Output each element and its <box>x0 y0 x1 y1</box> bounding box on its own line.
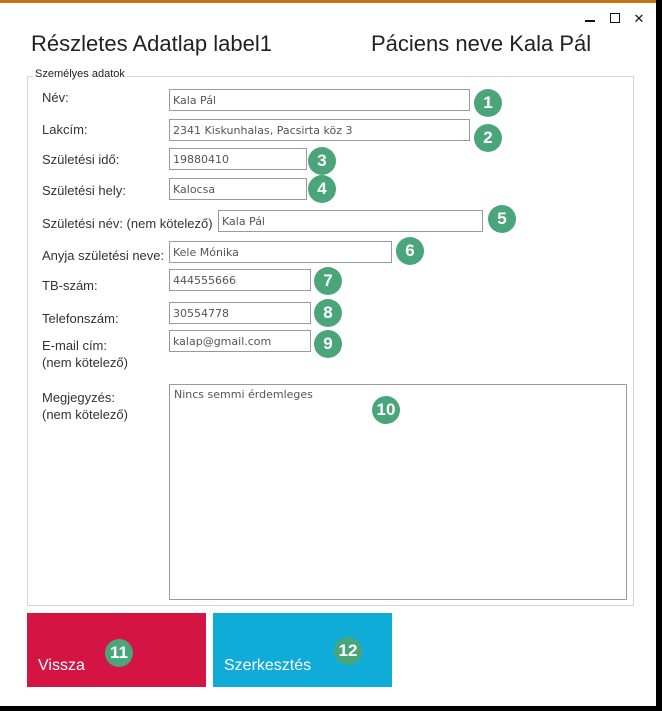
address-label: Lakcím: <box>42 122 88 137</box>
birth-date-label: Születési idő: <box>42 152 120 167</box>
callout-badge-11: 11 <box>105 639 133 667</box>
back-button[interactable]: Vissza 11 <box>27 613 206 687</box>
note-optional-label: (nem kötelező) <box>42 407 128 422</box>
maximize-icon <box>610 13 620 23</box>
address-field[interactable]: 2341 Kiskunhalas, Pacsirta köz 3 <box>169 119 470 141</box>
callout-badge-6: 6 <box>396 237 424 265</box>
maximize-button[interactable] <box>606 11 624 27</box>
birth-name-label: Születési név: (nem kötelező) <box>42 216 213 231</box>
note-label: Megjegyzés: <box>42 390 115 405</box>
form-title: Részletes Adatlap label1 <box>31 31 272 56</box>
app-window: ✕ Részletes Adatlap label1 Páciens neve … <box>0 0 656 706</box>
back-button-label: Vissza <box>38 657 85 674</box>
email-optional-label: (nem kötelező) <box>42 355 128 370</box>
edit-button[interactable]: Szerkesztés 12 <box>213 613 392 687</box>
phone-label: Telefonszám: <box>42 311 119 326</box>
name-label: Név: <box>42 90 69 105</box>
callout-badge-1: 1 <box>474 89 502 117</box>
close-icon: ✕ <box>633 11 645 26</box>
birth-date-field[interactable]: 19880410 <box>169 148 307 170</box>
name-field[interactable]: Kala Pál <box>169 89 470 111</box>
minimize-button[interactable] <box>581 11 599 27</box>
callout-badge-7: 7 <box>314 267 342 295</box>
callout-badge-8: 8 <box>314 299 342 327</box>
callout-badge-2: 2 <box>474 124 502 152</box>
callout-badge-12: 12 <box>334 637 362 665</box>
close-button[interactable]: ✕ <box>630 11 648 27</box>
callout-badge-5: 5 <box>488 205 516 233</box>
edit-button-label: Szerkesztés <box>224 657 312 674</box>
tb-number-field[interactable]: 444555666 <box>169 269 311 291</box>
birth-name-field[interactable]: Kala Pál <box>218 210 483 232</box>
patient-name-title: Páciens neve Kala Pál <box>371 31 592 56</box>
callout-badge-9: 9 <box>314 330 342 358</box>
minimize-icon <box>585 20 595 22</box>
callout-badge-10: 10 <box>372 396 400 424</box>
callout-badge-3: 3 <box>308 147 336 175</box>
mother-name-label: Anyja születési neve: <box>42 248 165 263</box>
tb-number-label: TB-szám: <box>42 278 98 293</box>
email-label: E-mail cím: <box>42 338 107 353</box>
callout-badge-4: 4 <box>308 175 336 203</box>
birth-place-field[interactable]: Kalocsa <box>169 178 307 200</box>
birth-place-label: Születési hely: <box>42 183 126 198</box>
mother-name-field[interactable]: Kele Mónika <box>169 241 392 263</box>
groupbox-title: Személyes adatok <box>33 68 127 80</box>
phone-field[interactable]: 30554778 <box>169 302 311 324</box>
email-field[interactable]: kalap@gmail.com <box>169 330 311 352</box>
